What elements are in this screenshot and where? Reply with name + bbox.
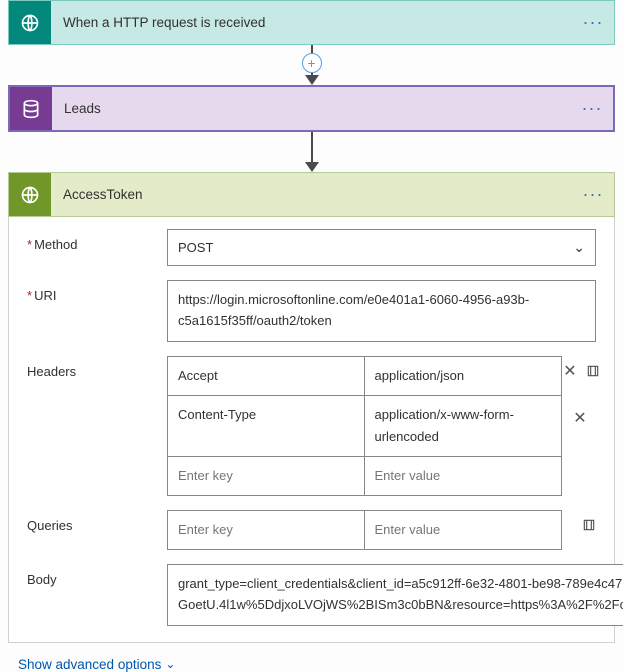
query-key-input[interactable]: Enter key <box>168 511 365 549</box>
label-queries: Queries <box>27 510 167 533</box>
connector-arrow <box>8 132 615 172</box>
reorder-icon[interactable] <box>582 510 596 540</box>
database-icon <box>10 87 52 130</box>
step-card-http-trigger[interactable]: When a HTTP request is received ··· <box>8 0 615 45</box>
header-key-input[interactable]: Accept <box>168 357 365 395</box>
remove-row-button[interactable]: ✕ <box>570 398 590 438</box>
headers-table: Accept application/json Content-Type app… <box>167 356 562 496</box>
connector-arrow: + <box>8 45 615 85</box>
table-row: Accept application/json <box>168 357 561 396</box>
header-value-input[interactable]: application/x-www-form-urlencoded <box>365 396 562 456</box>
reorder-icon[interactable] <box>586 356 600 386</box>
header-key-input[interactable]: Enter key <box>168 457 365 495</box>
header-value-input[interactable]: application/json <box>365 357 562 395</box>
globe-icon <box>9 1 51 44</box>
label-method: *Method <box>27 229 167 252</box>
method-value: POST <box>178 240 213 255</box>
show-advanced-label: Show advanced options <box>18 657 161 672</box>
header-key-input[interactable]: Content-Type <box>168 396 365 456</box>
accesstoken-panel: *Method POST ⌄ *URI https://login.micros… <box>8 217 615 643</box>
table-row: Enter key Enter value <box>168 511 561 549</box>
show-advanced-link[interactable]: Show advanced options ⌄ <box>18 657 175 672</box>
table-row: Enter key Enter value <box>168 457 561 495</box>
step-title: Leads <box>52 87 571 130</box>
uri-input[interactable]: https://login.microsoftonline.com/e0e401… <box>167 280 596 342</box>
step-menu-button[interactable]: ··· <box>572 173 614 216</box>
step-menu-button[interactable]: ··· <box>571 87 613 130</box>
step-card-accesstoken[interactable]: AccessToken ··· <box>8 172 615 217</box>
globe-arrows-icon <box>9 173 51 216</box>
step-title: AccessToken <box>51 173 572 216</box>
chevron-down-icon: ⌄ <box>165 657 175 671</box>
step-menu-button[interactable]: ··· <box>572 1 614 44</box>
chevron-down-icon: ⌄ <box>573 239 585 256</box>
step-card-leads[interactable]: Leads ··· <box>8 85 615 132</box>
table-row: Content-Type application/x-www-form-urle… <box>168 396 561 457</box>
queries-table: Enter key Enter value <box>167 510 562 550</box>
remove-row-button[interactable]: ✕ <box>560 356 580 386</box>
add-step-button[interactable]: + <box>302 53 322 73</box>
header-value-input[interactable]: Enter value <box>365 457 562 495</box>
step-title: When a HTTP request is received <box>51 1 572 44</box>
label-body: Body <box>27 564 167 587</box>
label-uri: *URI <box>27 280 167 303</box>
query-value-input[interactable]: Enter value <box>365 511 562 549</box>
method-select[interactable]: POST ⌄ <box>167 229 596 266</box>
label-headers: Headers <box>27 356 167 379</box>
body-input[interactable]: grant_type=client_credentials&client_id=… <box>167 564 623 626</box>
